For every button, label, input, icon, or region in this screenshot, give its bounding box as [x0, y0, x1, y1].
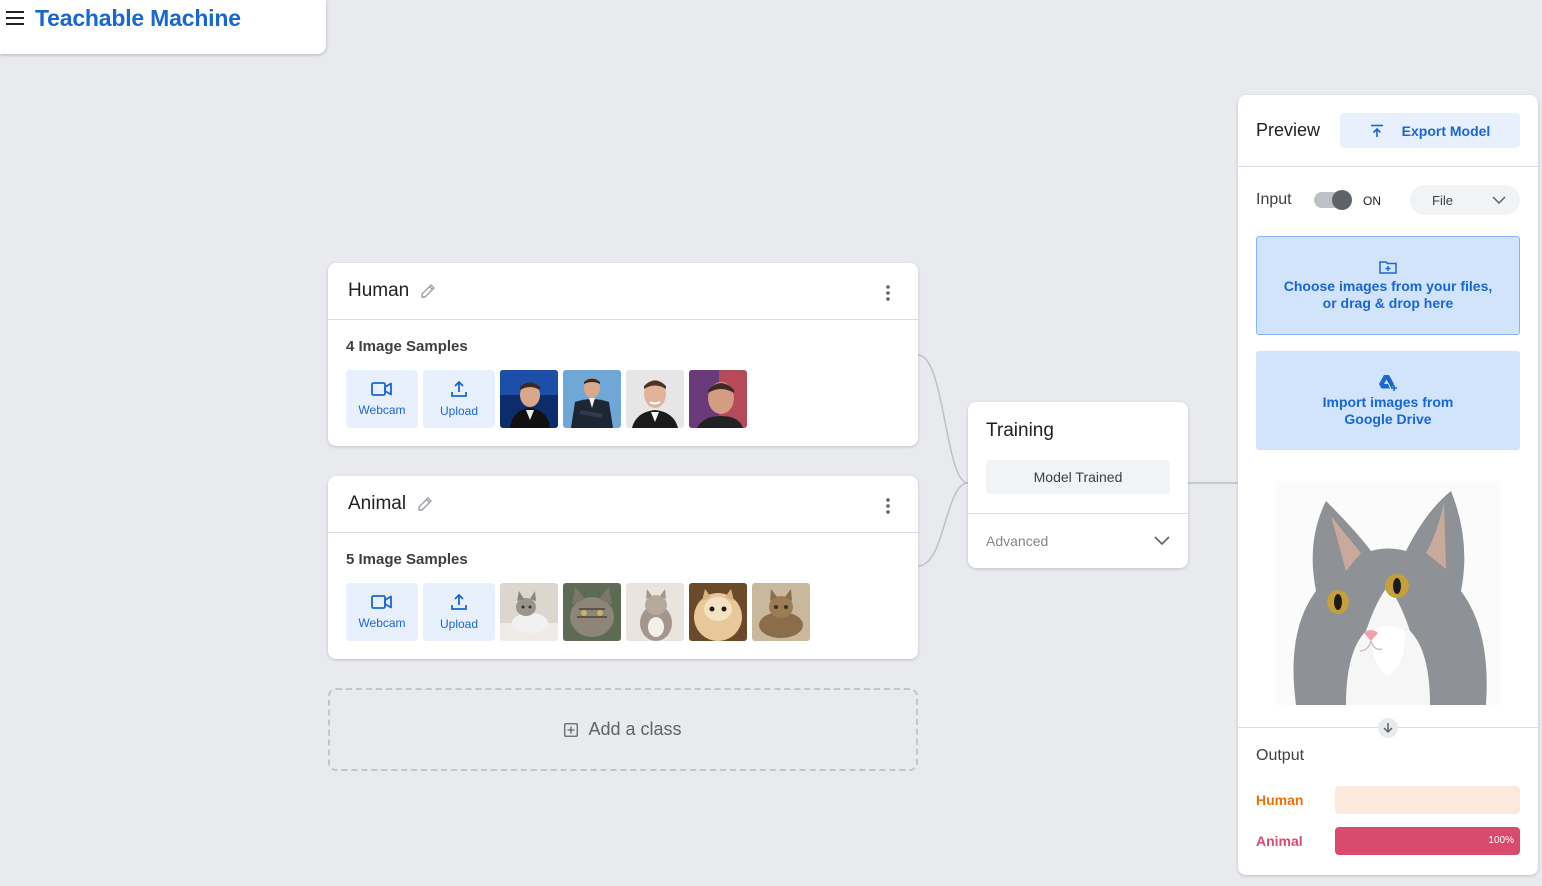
- upload-button[interactable]: Upload: [423, 583, 495, 641]
- class-name[interactable]: Human: [348, 280, 409, 302]
- upload-button[interactable]: Upload: [423, 370, 495, 428]
- output-row-human: Human: [1256, 786, 1520, 814]
- class-name[interactable]: Animal: [348, 493, 406, 515]
- webcam-label: Webcam: [358, 403, 406, 417]
- video-camera-icon: [371, 382, 392, 396]
- chevron-down-icon: [1154, 536, 1170, 546]
- sample-thumbnail[interactable]: [626, 583, 684, 641]
- google-drive-add-icon: [1379, 374, 1397, 391]
- output-class-name: Animal: [1256, 833, 1303, 849]
- upload-icon: [451, 593, 467, 610]
- training-title: Training: [986, 420, 1054, 441]
- class-card-human: Human 4 Image Samples Webcam Upload: [328, 263, 918, 446]
- webcam-button[interactable]: Webcam: [346, 370, 418, 428]
- drive-line2: Google Drive: [1344, 410, 1432, 427]
- upload-icon: [451, 380, 467, 397]
- add-class-button[interactable]: Add a class: [328, 688, 918, 771]
- train-model-button[interactable]: Model Trained: [986, 460, 1170, 494]
- google-drive-import[interactable]: Import images from Google Drive: [1256, 351, 1520, 450]
- drop-zone-line2: or drag & drop here: [1322, 294, 1454, 311]
- class-card-header: Animal: [328, 476, 918, 533]
- drive-line1: Import images from: [1322, 393, 1454, 410]
- upload-label: Upload: [439, 404, 479, 418]
- sample-thumbnail[interactable]: [563, 583, 621, 641]
- arrow-down-icon: [1378, 718, 1398, 738]
- webcam-button[interactable]: Webcam: [346, 583, 418, 641]
- confidence-percent: 100%: [1488, 835, 1514, 846]
- class-card-header: Human: [328, 263, 918, 320]
- pencil-icon[interactable]: [419, 281, 439, 301]
- input-source-select[interactable]: File: [1410, 185, 1520, 215]
- preview-input-image: [1276, 481, 1500, 705]
- sample-thumbnail[interactable]: [689, 583, 747, 641]
- input-toggle[interactable]: [1314, 190, 1352, 210]
- input-source-value: File: [1432, 192, 1453, 208]
- sample-thumbnail[interactable]: [563, 370, 621, 428]
- file-drop-zone[interactable]: Choose images from your files, or drag &…: [1256, 236, 1520, 335]
- confidence-bar: [1335, 786, 1520, 814]
- chevron-down-icon: [1492, 196, 1506, 204]
- app-header: Teachable Machine: [0, 0, 326, 54]
- output-row-animal: Animal 100%: [1256, 827, 1520, 855]
- upload-label: Upload: [439, 617, 479, 631]
- video-camera-icon: [371, 595, 392, 609]
- confidence-bar: 100%: [1335, 827, 1520, 855]
- advanced-label: Advanced: [986, 533, 1049, 549]
- toggle-knob: [1332, 190, 1352, 210]
- input-label: Input: [1256, 191, 1292, 208]
- export-label: Export Model: [1401, 122, 1491, 139]
- sample-thumbnail[interactable]: [626, 370, 684, 428]
- more-vert-icon[interactable]: [878, 496, 898, 516]
- training-card: Training Model Trained Advanced: [968, 402, 1188, 568]
- samples-count: 4 Image Samples: [346, 338, 468, 355]
- sample-thumbnail[interactable]: [752, 583, 810, 641]
- class-card-animal: Animal 5 Image Samples Webcam Upload: [328, 476, 918, 659]
- output-label: Output: [1256, 747, 1305, 764]
- divider: [1238, 166, 1538, 167]
- preview-title: Preview: [1256, 120, 1321, 140]
- output-class-name: Human: [1256, 792, 1304, 808]
- sample-thumbnail[interactable]: [500, 583, 558, 641]
- preview-panel: Preview Export Model Input ON File Choos…: [1238, 95, 1538, 875]
- folder-add-icon: [1379, 260, 1397, 274]
- sample-thumbnail[interactable]: [689, 370, 747, 428]
- export-model-button[interactable]: Export Model: [1340, 113, 1520, 148]
- add-class-label: Add a class: [588, 719, 682, 739]
- add-box-icon: [564, 722, 579, 737]
- toggle-state-label: ON: [1363, 194, 1381, 208]
- more-vert-icon[interactable]: [878, 283, 898, 303]
- pencil-icon[interactable]: [416, 494, 436, 514]
- sample-thumbnail[interactable]: [500, 370, 558, 428]
- export-icon: [1370, 124, 1383, 137]
- app-title[interactable]: Teachable Machine: [35, 5, 241, 32]
- webcam-label: Webcam: [358, 616, 406, 630]
- advanced-toggle[interactable]: Advanced: [986, 514, 1170, 568]
- drop-zone-line1: Choose images from your files,: [1283, 277, 1493, 294]
- hamburger-menu-icon[interactable]: [2, 11, 28, 40]
- samples-count: 5 Image Samples: [346, 551, 468, 568]
